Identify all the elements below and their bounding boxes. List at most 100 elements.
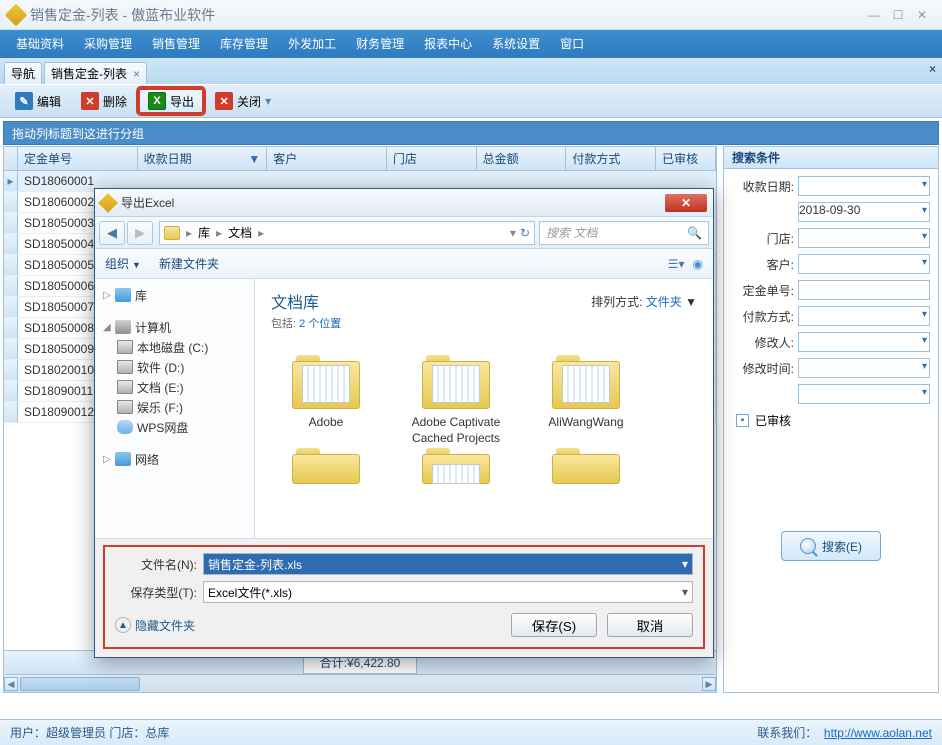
close-button[interactable]: ✕关闭▾ <box>206 88 280 114</box>
horizontal-scrollbar[interactable]: ◀ ▶ <box>4 674 716 692</box>
menu-item[interactable]: 采购管理 <box>74 30 142 58</box>
view-options-icon[interactable]: ☰▾ <box>668 257 685 271</box>
row-indicator <box>4 255 18 275</box>
crumb-dropdown-icon[interactable]: ▾ <box>510 226 516 240</box>
folder-tree[interactable]: ▷库 ◢计算机 本地磁盘 (C:) 软件 (D:) 文档 (E:) 娱乐 (F:… <box>95 279 255 538</box>
delete-button[interactable]: ✕删除 <box>72 88 136 114</box>
folder-icon <box>422 355 490 409</box>
tree-network[interactable]: ▷网络 <box>99 449 250 469</box>
scroll-left-icon[interactable]: ◀ <box>4 677 18 691</box>
collapse-icon: ▲ <box>115 617 131 633</box>
menu-item[interactable]: 系统设置 <box>482 30 550 58</box>
close-all-tabs-icon[interactable]: × <box>929 62 936 76</box>
menu-item[interactable]: 基础资料 <box>6 30 74 58</box>
modifier-input[interactable]: ▾ <box>798 332 930 352</box>
folder-item[interactable]: AliWangWang <box>531 355 641 446</box>
dialog-close-button[interactable]: ✕ <box>665 194 707 212</box>
chevron-down-icon[interactable]: ▾ <box>265 94 271 108</box>
locations-link[interactable]: 2 个位置 <box>299 318 341 330</box>
tree-drive-d[interactable]: 软件 (D:) <box>99 357 250 377</box>
window-titlebar: 销售定金-列表 - 傲蓝布业软件 — ☐ ✕ <box>0 0 942 30</box>
tree-drive-e[interactable]: 文档 (E:) <box>99 377 250 397</box>
row-indicator <box>4 339 18 359</box>
search-button[interactable]: 搜索(E) <box>781 531 881 561</box>
folder-item[interactable]: Adobe <box>271 355 381 446</box>
folder-item[interactable] <box>401 454 511 490</box>
group-by-hint[interactable]: 拖动列标题到这进行分组 <box>3 121 939 145</box>
export-button[interactable]: X导出 <box>138 88 204 114</box>
row-indicator <box>4 234 18 254</box>
chevron-down-icon: ▾ <box>922 257 927 268</box>
tab-nav[interactable]: 导航 <box>4 62 42 84</box>
modtime-to-input[interactable]: ▾ <box>798 384 930 404</box>
store-input[interactable]: ▾ <box>798 228 930 248</box>
tree-wps[interactable]: WPS网盘 <box>99 417 250 437</box>
menu-item[interactable]: 外发加工 <box>278 30 346 58</box>
cloud-icon <box>117 420 133 434</box>
chevron-down-icon[interactable]: ▾ <box>682 557 688 571</box>
scroll-thumb[interactable] <box>20 677 140 691</box>
tree-library[interactable]: ▷库 <box>99 285 250 305</box>
menu-item[interactable]: 销售管理 <box>142 30 210 58</box>
help-icon[interactable]: ◉ <box>693 257 703 271</box>
minimize-button[interactable]: — <box>862 6 886 24</box>
save-button[interactable]: 保存(S) <box>511 613 597 637</box>
crumb-doc[interactable]: 文档 <box>224 224 256 241</box>
crumb-lib[interactable]: 库 <box>194 224 214 241</box>
pay-input[interactable]: ▾ <box>798 306 930 326</box>
date-from-input[interactable]: ▾ <box>798 176 930 196</box>
filetype-select[interactable]: Excel文件(*.xls)▾ <box>203 581 693 603</box>
col-order-no[interactable]: 定金单号 <box>18 147 138 170</box>
col-date[interactable]: 收款日期▼ <box>138 147 268 170</box>
tab-close-icon[interactable]: × <box>133 67 140 81</box>
folder-icon <box>292 454 360 484</box>
approved-checkbox-row[interactable]: ▪已审核 <box>732 409 930 431</box>
file-search-input[interactable]: 搜索 文档🔍 <box>539 221 709 245</box>
menu-item[interactable]: 窗口 <box>550 30 594 58</box>
folder-item[interactable] <box>531 454 641 490</box>
folder-item[interactable] <box>271 454 381 490</box>
label-orderno: 定金单号: <box>732 282 794 299</box>
breadcrumb[interactable]: ▸ 库 ▸ 文档 ▸ ▾ ↻ <box>159 221 535 245</box>
maximize-button[interactable]: ☐ <box>886 6 910 24</box>
tab-deposit-list[interactable]: 销售定金-列表 × <box>44 62 147 84</box>
organize-menu[interactable]: 组织▼ <box>105 255 141 272</box>
menu-item[interactable]: 报表中心 <box>414 30 482 58</box>
menu-item[interactable]: 库存管理 <box>210 30 278 58</box>
nav-forward-button[interactable]: ▶ <box>127 221 153 245</box>
tree-drive-f[interactable]: 娱乐 (F:) <box>99 397 250 417</box>
date-to-input[interactable]: 2018-09-30▾ <box>798 202 930 222</box>
checkbox-icon[interactable]: ▪ <box>736 414 749 427</box>
chevron-down-icon: ▾ <box>922 231 927 242</box>
col-pay[interactable]: 付款方式 <box>566 147 656 170</box>
folder-item[interactable]: Adobe Captivate Cached Projects <box>401 355 511 446</box>
chevron-down-icon[interactable]: ▾ <box>682 585 688 599</box>
app-logo-icon <box>5 3 28 26</box>
hide-folders-toggle[interactable]: ▲隐藏文件夹 <box>115 617 195 634</box>
filename-input[interactable]: 销售定金-列表.xls▾ <box>203 553 693 575</box>
col-store[interactable]: 门店 <box>387 147 477 170</box>
contact-link[interactable]: http://www.aolan.net <box>824 726 932 740</box>
col-approved[interactable]: 已审核 <box>656 147 716 170</box>
tab-label: 销售定金-列表 <box>51 65 127 82</box>
col-customer[interactable]: 客户 <box>267 147 387 170</box>
sort-control[interactable]: 排列方式: 文件夹 ▼ <box>591 293 697 310</box>
tree-computer[interactable]: ◢计算机 <box>99 317 250 337</box>
tree-drive-c[interactable]: 本地磁盘 (C:) <box>99 337 250 357</box>
file-list[interactable]: 文档库 排列方式: 文件夹 ▼ 包括: 2 个位置 Adobe Adobe Ca… <box>255 279 713 538</box>
col-total[interactable]: 总金额 <box>477 147 567 170</box>
orderno-input[interactable] <box>798 280 930 300</box>
customer-input[interactable]: ▾ <box>798 254 930 274</box>
folder-icon <box>164 226 180 240</box>
new-folder-button[interactable]: 新建文件夹 <box>159 255 219 272</box>
close-window-button[interactable]: ✕ <box>910 6 934 24</box>
edit-button[interactable]: ✎编辑 <box>6 88 70 114</box>
dialog-titlebar[interactable]: 导出Excel ✕ <box>95 189 713 217</box>
menu-item[interactable]: 财务管理 <box>346 30 414 58</box>
refresh-icon[interactable]: ↻ <box>520 226 530 240</box>
nav-back-button[interactable]: ◀ <box>99 221 125 245</box>
scroll-right-icon[interactable]: ▶ <box>702 677 716 691</box>
modtime-input[interactable]: ▾ <box>798 358 930 378</box>
library-icon <box>115 288 131 302</box>
cancel-button[interactable]: 取消 <box>607 613 693 637</box>
